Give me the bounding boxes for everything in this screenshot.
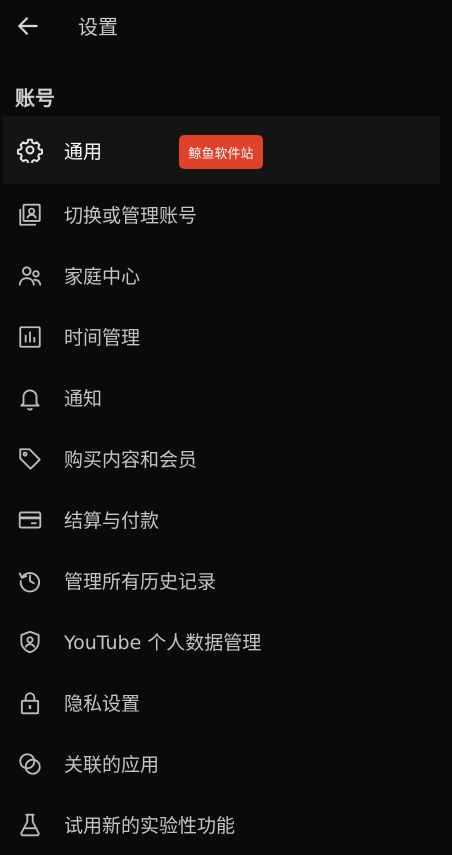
settings-list: 通用 切换或管理账号 家庭中心 时间管理 通知 购买内容和会员 结算与付款 管理… bbox=[0, 116, 452, 855]
page-title: 设置 bbox=[78, 15, 118, 39]
settings-item-switch-account[interactable]: 切换或管理账号 bbox=[0, 184, 452, 245]
settings-item-privacy[interactable]: 隐私设置 bbox=[0, 672, 452, 733]
gear-icon bbox=[17, 137, 43, 163]
settings-item-label: 时间管理 bbox=[64, 327, 141, 349]
section-title-account: 账号 bbox=[15, 86, 55, 110]
settings-item-label: 切换或管理账号 bbox=[64, 205, 198, 227]
account-switch-icon bbox=[17, 202, 43, 228]
settings-item-label: 通用 bbox=[64, 140, 103, 163]
flask-icon bbox=[17, 812, 43, 838]
settings-item-label: 通知 bbox=[64, 388, 103, 410]
lock-icon bbox=[17, 690, 43, 716]
settings-item-billing[interactable]: 结算与付款 bbox=[0, 489, 452, 550]
settings-item-label: 购买内容和会员 bbox=[64, 449, 198, 471]
settings-item-data-management[interactable]: YouTube 个人数据管理 bbox=[0, 611, 452, 672]
settings-item-label: 关联的应用 bbox=[64, 754, 160, 776]
tag-icon bbox=[17, 446, 43, 472]
arrow-left-icon bbox=[15, 13, 41, 39]
settings-item-linked-apps[interactable]: 关联的应用 bbox=[0, 733, 452, 794]
settings-item-time-management[interactable]: 时间管理 bbox=[0, 306, 452, 367]
family-icon bbox=[17, 263, 43, 289]
credit-card-icon bbox=[17, 507, 43, 533]
back-button[interactable] bbox=[12, 10, 44, 42]
settings-item-purchases[interactable]: 购买内容和会员 bbox=[0, 428, 452, 489]
top-app-bar: 设置 bbox=[0, 0, 452, 56]
settings-item-label: YouTube 个人数据管理 bbox=[64, 632, 262, 654]
settings-item-family-center[interactable]: 家庭中心 bbox=[0, 245, 452, 306]
shield-person-icon bbox=[17, 629, 43, 655]
time-stats-icon bbox=[17, 324, 43, 350]
settings-item-label: 结算与付款 bbox=[64, 510, 160, 532]
settings-item-experimental[interactable]: 试用新的实验性功能 bbox=[0, 794, 452, 855]
settings-item-label: 试用新的实验性功能 bbox=[64, 815, 236, 837]
settings-item-label: 家庭中心 bbox=[64, 266, 141, 288]
settings-item-label: 隐私设置 bbox=[64, 693, 141, 715]
settings-item-history[interactable]: 管理所有历史记录 bbox=[0, 550, 452, 611]
bell-icon bbox=[17, 385, 43, 411]
linked-apps-icon bbox=[17, 751, 43, 777]
settings-item-notifications[interactable]: 通知 bbox=[0, 367, 452, 428]
settings-item-label: 管理所有历史记录 bbox=[64, 571, 217, 593]
history-icon bbox=[17, 568, 43, 594]
watermark-badge: 鲸鱼软件站 bbox=[179, 135, 263, 169]
